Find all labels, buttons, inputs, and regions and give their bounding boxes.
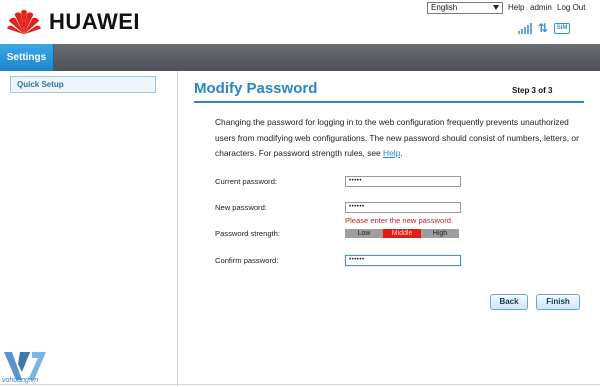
status-icons: ⇅ SIM — [518, 21, 571, 35]
description-end: . — [400, 148, 403, 158]
new-password-field[interactable]: •••••• — [345, 202, 461, 213]
signal-strength-icon — [518, 22, 532, 34]
data-transfer-icon: ⇅ — [538, 21, 549, 35]
new-password-label: New password: — [215, 203, 267, 212]
bottom-divider — [0, 384, 600, 385]
language-select[interactable]: English — [427, 2, 503, 14]
huawei-logo: HUAWEI — [5, 6, 140, 38]
logout-link[interactable]: Log Out — [557, 3, 585, 12]
password-strength-meter: Low Middle High — [345, 229, 459, 238]
help-inline-link[interactable]: Help — [383, 148, 400, 158]
title-divider — [194, 101, 584, 103]
brand-name: HUAWEI — [49, 9, 140, 34]
sidebar-item-quick-setup[interactable]: Quick Setup — [10, 76, 156, 93]
new-password-error: Please enter the new password. — [345, 216, 454, 225]
language-select-value: English — [431, 3, 458, 12]
password-strength-label: Password strength: — [215, 229, 280, 238]
strength-low: Low — [345, 229, 383, 238]
step-indicator: Step 3 of 3 — [512, 86, 553, 95]
strength-high: High — [421, 229, 459, 238]
main-navbar — [0, 44, 600, 71]
description: Changing the password for logging in to … — [215, 115, 590, 162]
confirm-password-label: Confirm password: — [215, 256, 279, 265]
huawei-flower-icon — [7, 9, 41, 35]
chevron-down-icon — [493, 5, 499, 10]
strength-middle: Middle — [383, 229, 421, 238]
admin-link[interactable]: admin — [530, 3, 552, 12]
tab-settings[interactable]: Settings — [0, 44, 54, 71]
help-link[interactable]: Help — [508, 3, 524, 12]
confirm-password-field[interactable]: •••••• — [345, 255, 461, 266]
sim-card-icon: SIM — [554, 23, 571, 34]
sidebar: Quick Setup — [0, 71, 178, 387]
current-password-label: Current password: — [215, 177, 278, 186]
watermark-text: vohoang.vn — [2, 377, 39, 384]
current-password-field[interactable]: ••••• — [345, 176, 461, 187]
header: HUAWEI English Help admin Log Out ⇅ SIM — [0, 0, 600, 44]
page-title: Modify Password — [194, 80, 318, 97]
finish-button[interactable]: Finish — [536, 294, 580, 310]
back-button[interactable]: Back — [490, 294, 528, 310]
